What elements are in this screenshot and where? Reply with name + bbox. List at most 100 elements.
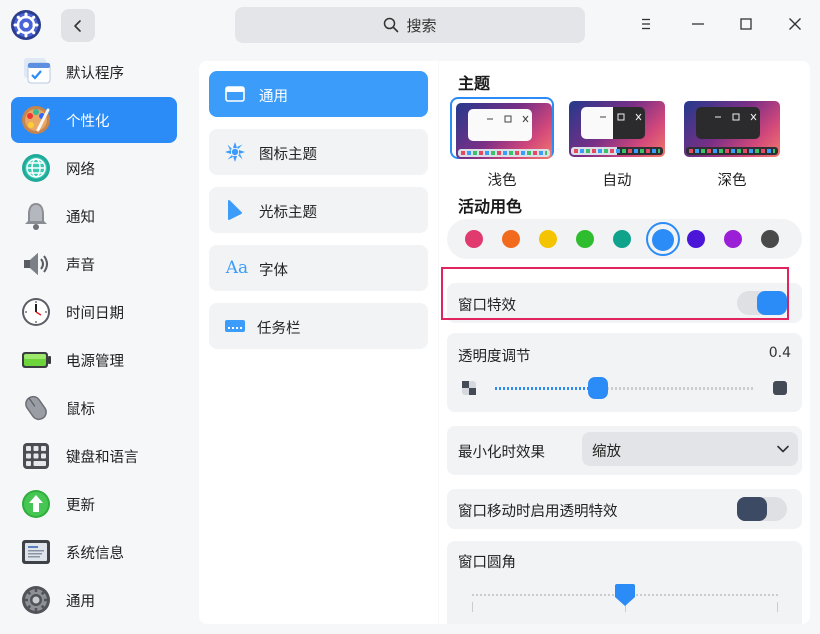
- minimize-effect-value: 缩放: [592, 444, 621, 460]
- theme-preview-dark: [684, 101, 780, 157]
- toggle-knob: [757, 291, 787, 315]
- theme-option-dark[interactable]: [680, 97, 784, 159]
- sidebar-item-general[interactable]: 通用: [11, 577, 177, 623]
- minimize-effect-dropdown[interactable]: 缩放: [582, 432, 798, 466]
- app-logo-icon: [11, 10, 41, 40]
- chevron-down-icon: [777, 445, 789, 453]
- minimize-effect-label: 最小化时效果: [458, 445, 545, 461]
- transparency-slider-track[interactable]: [495, 377, 753, 399]
- subnav-item-label: 通用: [259, 89, 288, 105]
- search-input[interactable]: 搜索: [235, 7, 585, 43]
- general-settings-icon: [22, 586, 50, 614]
- icon-theme-icon: [223, 140, 247, 164]
- slider-tick: [472, 602, 473, 612]
- window-icon: [223, 82, 247, 106]
- accent-swatch-pink[interactable]: [465, 230, 483, 248]
- accent-section-title: 活动用色: [458, 197, 523, 216]
- accent-swatch-graphite[interactable]: [761, 230, 779, 248]
- title-bar: 搜索: [0, 0, 820, 50]
- theme-option-light[interactable]: [450, 97, 554, 159]
- subnav-item-label: 字体: [259, 263, 288, 279]
- sidebar-item-label: 电源管理: [66, 354, 124, 370]
- subnav-item-cursor-theme[interactable]: 光标主题: [209, 187, 428, 233]
- subnav-item-general[interactable]: 通用: [209, 71, 428, 117]
- sidebar-item-update[interactable]: 更新: [11, 481, 177, 527]
- subnav-item-taskbar[interactable]: 任务栏: [209, 303, 428, 349]
- default-apps-icon: [24, 58, 51, 84]
- maximize-icon: [740, 18, 752, 30]
- window-effect-row: 窗口特效: [447, 283, 802, 323]
- sidebar-item-label: 时间日期: [66, 306, 124, 322]
- sidebar-item-notification[interactable]: 通知: [11, 193, 177, 239]
- subnav-item-font[interactable]: Aa 字体: [209, 245, 428, 291]
- back-button[interactable]: [61, 9, 95, 42]
- subnav-item-label: 图标主题: [259, 147, 317, 163]
- sidebar-item-label: 通知: [66, 210, 95, 226]
- theme-option-auto[interactable]: [565, 97, 669, 159]
- transparency-slider-fill: [495, 387, 598, 390]
- sidebar-item-datetime[interactable]: 时间日期: [11, 289, 177, 335]
- close-icon: [789, 18, 801, 30]
- sidebar-item-label: 更新: [66, 498, 95, 514]
- window-corner-label: 窗口圆角: [458, 555, 516, 571]
- accent-swatch-teal[interactable]: [613, 230, 631, 248]
- window-corner-slider-track[interactable]: [472, 584, 778, 612]
- window-corner-slider-handle[interactable]: [614, 582, 636, 608]
- personalization-icon: [22, 106, 50, 134]
- mouse-icon: [25, 395, 47, 421]
- toggle-knob: [737, 497, 767, 521]
- search-placeholder: 搜索: [406, 16, 437, 35]
- subnav-item-label: 光标主题: [259, 205, 317, 221]
- sidebar-item-label: 默认程序: [66, 66, 124, 82]
- transparency-low-icon: [462, 381, 476, 395]
- transparency-slider-handle[interactable]: [588, 377, 608, 399]
- personalization-subnav: 通用 图标主题 光标主题 Aa 字体 任务栏: [199, 61, 438, 624]
- theme-label-dark: 深色: [717, 173, 747, 189]
- accent-color-picker: [447, 219, 802, 259]
- window-corner-row: 窗口圆角: [447, 541, 802, 624]
- transparency-value: 0.4: [768, 345, 791, 361]
- transparency-label: 透明度调节: [458, 349, 531, 365]
- sidebar-item-keyboard[interactable]: 键盘和语言: [11, 433, 177, 479]
- accent-swatch-indigo[interactable]: [687, 230, 705, 248]
- theme-preview-light: [456, 103, 552, 159]
- sidebar-item-label: 系统信息: [66, 546, 124, 562]
- minimize-button[interactable]: [686, 12, 710, 36]
- sidebar: 默认程序 个性化 网络 通知 声音 时间日期 电源管理 鼠标 键盘和语言 更新 …: [0, 50, 188, 634]
- window-effect-label: 窗口特效: [458, 298, 516, 314]
- sidebar-item-system-info[interactable]: 系统信息: [11, 529, 177, 575]
- accent-swatch-yellow[interactable]: [539, 230, 557, 248]
- minimize-icon: [692, 23, 704, 25]
- close-button[interactable]: [783, 12, 807, 36]
- accent-swatch-blue[interactable]: [652, 229, 674, 251]
- chevron-left-icon: [74, 19, 81, 32]
- menu-icon: [642, 18, 650, 30]
- window-effect-toggle[interactable]: [737, 291, 787, 315]
- clock-icon: [22, 298, 50, 326]
- sidebar-item-personalization[interactable]: 个性化: [11, 97, 177, 143]
- move-transparency-toggle[interactable]: [737, 497, 787, 521]
- taskbar-icon: [223, 314, 247, 338]
- sidebar-item-mouse[interactable]: 鼠标: [11, 385, 177, 431]
- battery-icon: [22, 352, 51, 368]
- accent-swatch-orange[interactable]: [502, 230, 520, 248]
- maximize-button[interactable]: [734, 12, 758, 36]
- sidebar-item-label: 鼠标: [66, 402, 95, 418]
- theme-label-auto: 自动: [602, 173, 632, 189]
- settings-content: 主题 浅色 自动 深色 活动用色 窗口特效 透明度调节 0.4 最小化时效果 缩…: [439, 61, 810, 624]
- accent-swatch-green[interactable]: [576, 230, 594, 248]
- minimize-effect-row: 最小化时效果 缩放: [447, 426, 802, 475]
- sidebar-item-power[interactable]: 电源管理: [11, 337, 177, 383]
- transparency-high-icon: [773, 381, 787, 395]
- sidebar-item-label: 通用: [66, 594, 95, 610]
- sidebar-item-default-apps[interactable]: 默认程序: [11, 50, 177, 96]
- subnav-item-icon-theme[interactable]: 图标主题: [209, 129, 428, 175]
- menu-button[interactable]: [634, 12, 658, 36]
- theme-section-title: 主题: [458, 74, 491, 93]
- sidebar-item-sound[interactable]: 声音: [11, 241, 177, 287]
- accent-swatch-purple[interactable]: [724, 230, 742, 248]
- system-info-icon: [22, 540, 50, 564]
- sidebar-item-network[interactable]: 网络: [11, 145, 177, 191]
- transparency-row: 透明度调节 0.4: [447, 333, 802, 412]
- subnav-item-label: 任务栏: [257, 321, 301, 337]
